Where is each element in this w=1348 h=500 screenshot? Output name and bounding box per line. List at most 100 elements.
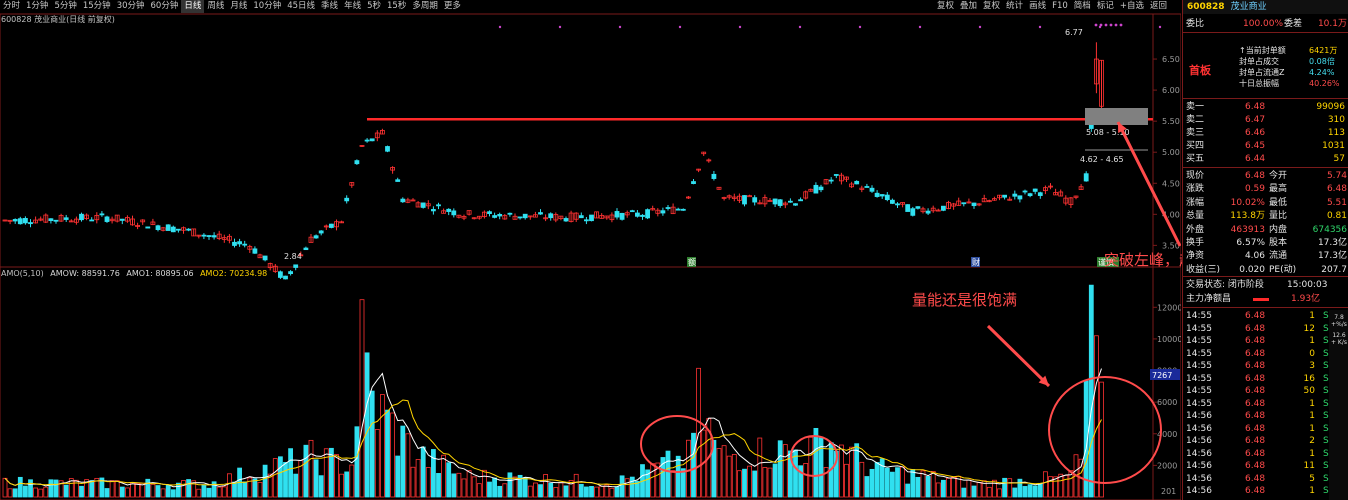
volume-bar [609, 487, 615, 498]
volume-bar [487, 481, 492, 498]
order-volume: 1031 [1322, 141, 1345, 151]
tick-price: 6.48 [1245, 411, 1266, 421]
volume-bar [624, 478, 630, 498]
candle-body [884, 194, 890, 201]
volume-bar [170, 489, 176, 498]
volume-bar [1037, 482, 1043, 498]
weicha-value: 10.1万 [1317, 19, 1347, 29]
order-label: 卖三 [1186, 128, 1205, 138]
tick-time: 14:55 [1186, 386, 1212, 396]
volume-bar [563, 485, 569, 498]
order-volume: 310 [1327, 115, 1345, 125]
volume-bar [196, 488, 202, 498]
order-row: 卖一 6.48 99096 [1183, 101, 1348, 113]
volume-bar [935, 482, 941, 498]
gap-range-label-2: 4.62 - 4.65 [1080, 155, 1124, 164]
tick-volume: 0 [1309, 348, 1315, 359]
tick-row: 14:55 6.48 1 S [1183, 335, 1348, 347]
volume-bar [272, 458, 278, 498]
volume-bar [533, 482, 538, 498]
volume-bar [1043, 471, 1048, 498]
volume-bar [721, 445, 727, 498]
candle-body [910, 208, 916, 216]
tick-time: 14:55 [1186, 336, 1212, 346]
volume-bar [890, 471, 895, 498]
trade-status-time: 15:00:03 [1287, 280, 1328, 290]
volume-bar [874, 462, 880, 498]
volume-bar [538, 484, 543, 498]
weibi-label: 委比 [1186, 19, 1205, 29]
candle-body [1022, 190, 1028, 193]
tick-volume: 1 [1309, 448, 1315, 459]
volume-bar [997, 488, 1002, 498]
volume-bar [675, 455, 681, 498]
tick-side: S [1323, 486, 1329, 496]
stat-row: 换手 6.57% 股本 17.3亿 [1183, 237, 1348, 249]
volume-bar [390, 412, 396, 498]
volume-bar [415, 459, 421, 498]
volume-bar [436, 473, 441, 498]
candle-body [211, 235, 217, 238]
volume-current-tag: 7267 [1152, 371, 1172, 380]
info-value: 40.26% [1309, 79, 1340, 88]
signal-dot [498, 25, 502, 29]
candle-body [619, 212, 625, 220]
tick-time: 14:55 [1186, 348, 1212, 359]
side-value: +%/s [1331, 321, 1347, 328]
tick-row: 14:55 6.48 3 S [1183, 360, 1348, 372]
volume-bar [349, 464, 355, 498]
volume-tick-label: 12000 [1157, 303, 1181, 312]
candle-body [614, 211, 620, 218]
volume-bar [262, 464, 268, 498]
candle-body [12, 219, 18, 222]
stat-value: 10.02% [1230, 197, 1265, 208]
price-tick-label: 4.50 [1162, 179, 1180, 188]
order-price: 6.45 [1245, 141, 1266, 151]
candle-body [237, 241, 243, 245]
volume-bar [619, 475, 625, 498]
volume-bar [374, 429, 380, 498]
volume-bar [808, 436, 814, 498]
candle-body [385, 146, 390, 152]
signal-dot [1094, 23, 1098, 27]
volume-bar [1017, 478, 1023, 498]
order-label: 买四 [1186, 141, 1205, 151]
mainflow-label: 主力净额昌 [1186, 294, 1232, 304]
tick-row: 14:56 6.48 5 S [1183, 473, 1348, 485]
volume-bar [466, 470, 472, 498]
stat-label: 股本 [1269, 238, 1288, 248]
stat-label: 量比 [1269, 211, 1288, 222]
tick-row: 14:55 6.48 50 S [1183, 385, 1348, 397]
order-price: 6.47 [1245, 115, 1266, 125]
stat-value: 6.48 [1326, 184, 1347, 195]
candle-body [691, 181, 696, 184]
volume-bar [288, 448, 294, 498]
volume-bar [155, 485, 161, 498]
candle-body [242, 243, 248, 246]
signal-dot [738, 25, 742, 29]
volume-bar [910, 469, 916, 498]
tick-volume: 2 [1309, 436, 1315, 446]
volume-bar [966, 479, 972, 498]
volume-bar [767, 467, 773, 498]
volume-bar [578, 483, 584, 498]
side-value: 12.6 [1332, 332, 1346, 339]
candle-body [635, 212, 640, 217]
candle-body [879, 194, 885, 197]
candle-body [793, 203, 798, 206]
candle-body [318, 230, 324, 234]
volume-bar [777, 440, 783, 498]
price-volume-chart[interactable]: 6.506.005.505.004.504.003.50120001000080… [0, 0, 1181, 500]
tick-row: 14:55 6.48 1 S [1183, 398, 1348, 410]
candle-body [89, 219, 95, 222]
candle-body [446, 208, 452, 212]
tick-side: S [1323, 311, 1329, 321]
volume-bar [915, 476, 921, 498]
volume-bar [12, 488, 18, 498]
volume-bar [201, 484, 207, 498]
signal-dot [1109, 23, 1113, 27]
volume-bar [318, 475, 324, 498]
candle-body [145, 226, 151, 229]
volume-bar [405, 433, 411, 498]
tick-volume: 11 [1303, 461, 1315, 471]
